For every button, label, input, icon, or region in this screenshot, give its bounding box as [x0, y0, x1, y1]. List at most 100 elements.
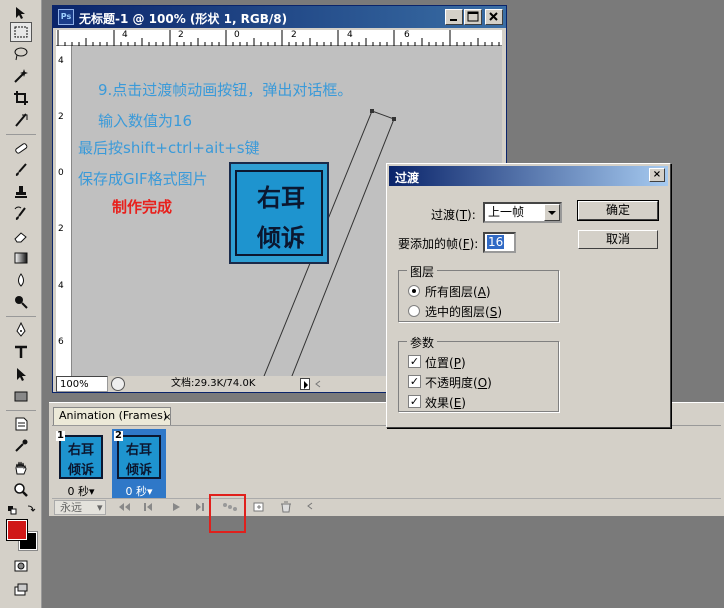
scroll-left-icon[interactable] — [302, 500, 318, 515]
tween-with-value: 上一帧 — [488, 205, 525, 219]
frame-delay[interactable]: 0 秒▾ — [54, 483, 108, 499]
history-brush-icon[interactable] — [10, 204, 32, 224]
dodge-tool-icon[interactable] — [10, 292, 32, 312]
selected-layers-radio[interactable] — [408, 305, 420, 317]
close-button[interactable] — [485, 9, 503, 25]
ok-button[interactable]: 确定 — [577, 200, 659, 221]
ruler-label: 2 — [291, 30, 297, 40]
position-label[interactable]: 位置(P) — [425, 354, 466, 371]
photoshop-app-icon: Ps — [58, 9, 74, 25]
foreground-color-swatch-top — [6, 519, 28, 541]
eraser-tool-icon[interactable] — [10, 226, 32, 246]
all-layers-radio[interactable] — [408, 285, 420, 297]
blur-tool-icon[interactable] — [10, 270, 32, 290]
position-checkbox[interactable]: ✓ — [408, 355, 421, 368]
frames-to-add-label: 要添加的帧(F): — [398, 235, 478, 252]
opacity-checkbox[interactable]: ✓ — [408, 375, 421, 388]
chevron-down-icon[interactable] — [544, 204, 560, 221]
tween-with-label: 过渡(T): — [431, 206, 476, 223]
logo-text-line-2: 倾诉 — [257, 224, 305, 252]
dialog-close-button[interactable]: × — [649, 168, 665, 182]
duplicate-frame-icon[interactable] — [251, 500, 267, 515]
label-text: 不透明度( — [425, 376, 478, 390]
selected-layers-label[interactable]: 选中的图层(S) — [425, 303, 502, 320]
status-expand-arrow-icon[interactable] — [300, 378, 310, 390]
play-icon[interactable] — [168, 500, 184, 515]
ruler-label: 4 — [122, 30, 128, 40]
loop-value: 永远 — [60, 501, 82, 514]
maximize-button[interactable] — [464, 9, 482, 25]
label-text: 选中的图层( — [425, 305, 490, 319]
gradient-tool-icon[interactable] — [10, 248, 32, 268]
opacity-label[interactable]: 不透明度(O) — [425, 374, 492, 391]
move-tool-icon[interactable] — [10, 3, 32, 23]
document-title: 无标题-1 @ 100% (形状 1, RGB/8) — [79, 12, 288, 26]
tool-separator — [6, 410, 36, 411]
animation-frame-2[interactable]: 右耳 倾诉 2 0 秒▾ — [112, 429, 166, 499]
frame-number: 2 — [114, 430, 123, 441]
frames-to-add-input[interactable]: 16 — [483, 232, 516, 253]
eyedropper-icon[interactable] — [10, 436, 32, 456]
label-key: O — [477, 376, 488, 390]
next-frame-icon[interactable] — [192, 500, 208, 515]
ruler-label: 2 — [178, 30, 184, 40]
vertical-ruler[interactable]: 4 2 0 2 4 6 — [56, 46, 72, 376]
screen-mode-icon[interactable] — [10, 580, 32, 600]
lasso-tool-icon[interactable] — [10, 44, 32, 64]
document-size: 文档:29.3K/74.0K — [171, 378, 256, 389]
quick-mask-icon[interactable] — [10, 556, 32, 576]
slice-tool-icon[interactable] — [10, 110, 32, 130]
healing-brush-icon[interactable] — [10, 138, 32, 158]
first-frame-icon[interactable] — [116, 500, 132, 515]
notes-tool-icon[interactable] — [10, 414, 32, 434]
label-suffix: ): — [469, 237, 479, 251]
ruler-label: 0 — [234, 30, 240, 40]
document-titlebar[interactable]: Ps 无标题-1 @ 100% (形状 1, RGB/8) — [53, 6, 506, 28]
magic-wand-icon[interactable] — [10, 66, 32, 86]
scroll-left-icon[interactable] — [314, 378, 322, 390]
horizontal-ruler[interactable]: 4 2 0 2 4 6 — [56, 30, 502, 46]
previous-frame-icon[interactable] — [140, 500, 156, 515]
label-text: 位置( — [425, 356, 454, 370]
all-layers-label[interactable]: 所有图层(A) — [425, 283, 491, 300]
instruction-line-2: 输入数值为16 — [98, 112, 193, 130]
ruler-label: 4 — [347, 30, 353, 40]
marquee-tool-icon[interactable] — [10, 22, 32, 42]
dialog-titlebar[interactable]: 过渡 × — [389, 166, 668, 186]
status-menu-icon[interactable] — [111, 377, 125, 391]
effects-label[interactable]: 效果(E) — [425, 394, 466, 411]
label-key: A — [477, 285, 486, 299]
pen-tool-icon[interactable] — [10, 320, 32, 340]
path-selection-icon[interactable] — [10, 364, 32, 384]
tab-close-icon[interactable]: × — [163, 410, 171, 426]
zoom-level[interactable]: 100% — [56, 376, 108, 392]
delete-frame-icon[interactable] — [278, 500, 294, 515]
label-key: T — [459, 208, 468, 222]
tween-button-highlight — [209, 494, 246, 533]
label-suffix: ): — [467, 208, 476, 222]
brush-tool-icon[interactable] — [10, 160, 32, 180]
label-suffix: ) — [460, 356, 466, 370]
zoom-tool-icon[interactable] — [10, 480, 32, 500]
tween-with-select[interactable]: 上一帧 — [483, 202, 562, 223]
animation-frames-tab[interactable]: Animation (Frames) × — [53, 407, 171, 425]
label-suffix: ) — [485, 285, 491, 299]
type-tool-icon[interactable] — [10, 342, 32, 362]
loop-select[interactable]: 永远 ▾ — [54, 500, 106, 515]
clone-stamp-icon[interactable] — [10, 182, 32, 202]
label-text: 所有图层( — [425, 285, 478, 299]
frame-thumb-text-1: 右耳 — [67, 443, 94, 458]
rectangle-shape-icon[interactable] — [10, 386, 32, 406]
label-text: 效果( — [425, 396, 454, 410]
label-text: 过渡( — [431, 208, 460, 222]
cancel-button[interactable]: 取消 — [578, 230, 658, 249]
swap-colors-icon[interactable] — [6, 502, 36, 518]
effects-checkbox[interactable]: ✓ — [408, 395, 421, 408]
frame-delay[interactable]: 0 秒▾ — [112, 483, 166, 499]
frames-strip: 右耳 倾诉 1 0 秒▾ 右耳 倾诉 2 0 秒▾ — [52, 425, 721, 499]
crop-tool-icon[interactable] — [10, 88, 32, 108]
instruction-line-1: 9.点击过渡帧动画按钮，弹出对话框。 — [98, 81, 353, 99]
hand-tool-icon[interactable] — [10, 458, 32, 478]
animation-frame-1[interactable]: 右耳 倾诉 1 0 秒▾ — [54, 429, 108, 499]
minimize-button[interactable] — [445, 9, 463, 25]
